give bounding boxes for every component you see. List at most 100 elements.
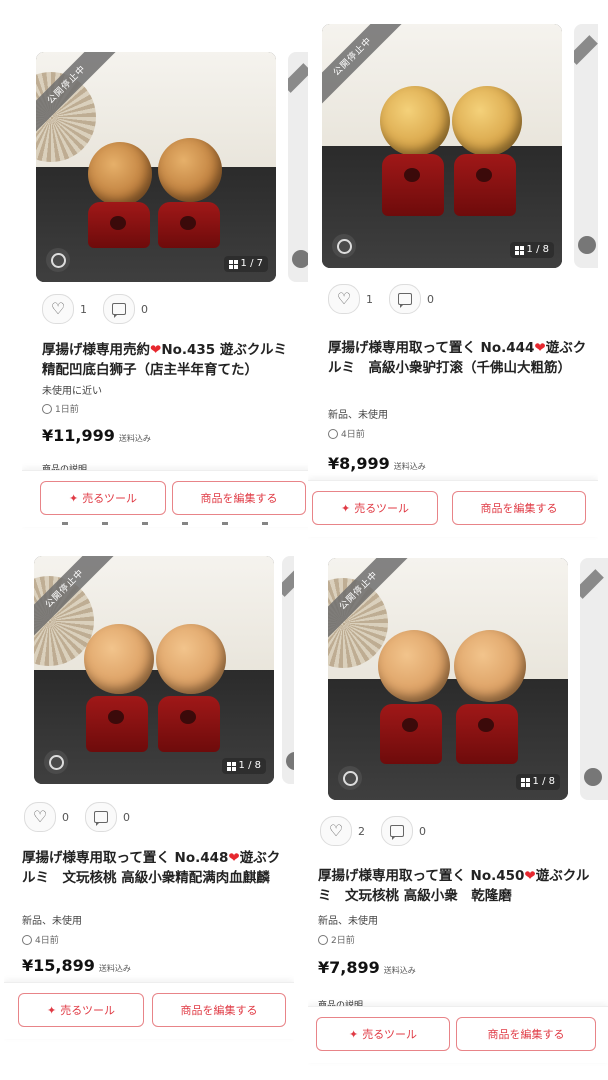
comment-button[interactable] — [103, 294, 135, 324]
lens-search-icon[interactable] — [44, 750, 68, 774]
lens-search-icon[interactable] — [338, 766, 362, 790]
lens-search-icon[interactable] — [332, 234, 356, 258]
shipping-note: 送料込み — [393, 462, 426, 471]
walnut-stand — [86, 696, 148, 752]
edit-item-button[interactable]: 商品を編集する — [452, 491, 586, 525]
bottom-action-bar: ✦ 売るツール 商品を編集する — [308, 480, 598, 537]
like-button[interactable]: ♡ — [42, 294, 74, 324]
reaction-bar: ♡ 1 0 — [328, 284, 444, 314]
product-photo[interactable]: 公開停止中 1 / 7 — [36, 52, 276, 282]
product-photo[interactable]: 公開停止中 1 / 8 — [34, 556, 274, 784]
shipping-note: 送料込み — [383, 966, 416, 975]
item-price: ¥11,999 送料込み — [42, 426, 151, 445]
edit-item-button[interactable]: 商品を編集する — [456, 1017, 596, 1051]
like-button[interactable]: ♡ — [328, 284, 360, 314]
comment-button[interactable] — [85, 802, 117, 832]
tab-bar-peek — [62, 522, 282, 525]
item-condition: 新品、未使用 — [328, 410, 388, 421]
walnut-stand — [158, 202, 220, 248]
walnut-image — [378, 630, 450, 702]
like-count: 0 — [62, 810, 69, 824]
walnut-stand — [380, 704, 442, 764]
reaction-bar: ♡ 0 0 — [24, 802, 140, 832]
comment-icon — [390, 825, 404, 840]
heart-outline-icon: ♡ — [50, 299, 66, 318]
walnut-image — [452, 86, 522, 156]
magic-wand-icon: ✦ — [341, 501, 351, 515]
edit-item-button[interactable]: 商品を編集する — [152, 993, 286, 1027]
comment-button[interactable] — [381, 816, 413, 846]
posted-time: 4日前 — [328, 427, 365, 440]
like-count: 1 — [366, 292, 373, 306]
reaction-bar: ♡ 1 0 — [42, 294, 158, 324]
posted-time: 1日前 — [42, 402, 79, 415]
grid-icon — [226, 761, 236, 771]
bottom-action-bar: ✦ 売るツール 商品を編集する — [4, 982, 294, 1039]
red-heart-icon: ❤ — [228, 850, 240, 866]
heart-outline-icon: ♡ — [328, 821, 344, 840]
walnut-image — [88, 142, 152, 206]
grid-icon — [228, 259, 238, 269]
next-photo-peek[interactable] — [282, 556, 294, 784]
comment-count: 0 — [419, 824, 426, 838]
photo-counter: 1 / 8 — [221, 758, 266, 774]
item-title: 厚揚げ様専用取って置く No.448❤遊ぶクルミ 文玩核桃 高級小衆精配满肉血麒… — [22, 850, 281, 886]
like-count: 2 — [358, 824, 365, 838]
grid-icon — [520, 777, 530, 787]
comment-button[interactable] — [389, 284, 421, 314]
next-photo-peek[interactable] — [574, 24, 598, 268]
photo-counter: 1 / 8 — [515, 774, 560, 790]
walnut-stand — [158, 696, 220, 752]
sell-tool-button[interactable]: ✦ 売るツール — [316, 1017, 450, 1051]
item-condition: 新品、未使用 — [22, 916, 82, 927]
magic-wand-icon: ✦ — [69, 491, 79, 505]
item-price: ¥15,899 送料込み — [22, 956, 131, 975]
like-count: 1 — [80, 302, 87, 316]
item-title: 厚揚げ様専用取って置く No.444❤遊ぶクルミ 高級小衆驴打滚（千佛山大粗筋） — [328, 340, 587, 376]
comment-count: 0 — [141, 302, 148, 316]
magic-wand-icon: ✦ — [47, 1003, 57, 1017]
item-price: ¥8,999 送料込み — [328, 454, 426, 473]
walnut-stand — [88, 202, 150, 248]
walnut-stand — [382, 154, 444, 216]
like-button[interactable]: ♡ — [24, 802, 56, 832]
heart-outline-icon: ♡ — [336, 289, 352, 308]
comment-icon — [112, 303, 126, 318]
walnut-stand — [456, 704, 518, 764]
posted-time: 2日前 — [318, 933, 355, 946]
comment-count: 0 — [123, 810, 130, 824]
walnut-image — [84, 624, 154, 694]
photo-counter: 1 / 7 — [223, 256, 268, 272]
lens-search-icon[interactable] — [46, 248, 70, 272]
red-heart-icon: ❤ — [524, 868, 536, 884]
clock-icon — [318, 934, 328, 945]
item-price: ¥7,899 送料込み — [318, 958, 416, 977]
product-photo[interactable]: 公開停止中 1 / 8 — [322, 24, 562, 268]
like-button[interactable]: ♡ — [320, 816, 352, 846]
clock-icon — [42, 403, 52, 414]
sell-tool-button[interactable]: ✦ 売るツール — [312, 491, 438, 525]
product-photo[interactable]: 公開停止中 1 / 8 — [328, 558, 568, 800]
walnut-image — [380, 86, 450, 156]
item-title: 厚揚げ様専用売約❤No.435 遊ぶクルミ 精配凹底白狮子（店主半年育てた） — [42, 342, 301, 378]
magic-wand-icon: ✦ — [349, 1027, 359, 1041]
item-condition: 新品、未使用 — [318, 916, 378, 927]
heart-outline-icon: ♡ — [32, 807, 48, 826]
red-heart-icon: ❤ — [150, 342, 162, 358]
photo-counter: 1 / 8 — [509, 242, 554, 258]
item-condition: 未使用に近い — [42, 386, 102, 397]
sell-tool-button[interactable]: ✦ 売るツール — [40, 481, 166, 515]
comment-icon — [398, 293, 412, 308]
listing-panel-3: 公開停止中 1 / 8 ♡ 0 0 厚揚げ様専用取って置く No.448❤遊ぶク… — [4, 540, 294, 1080]
edit-item-button[interactable]: 商品を編集する — [172, 481, 306, 515]
comment-count: 0 — [427, 292, 434, 306]
bottom-action-bar: ✦ 売るツール 商品を編集する — [308, 1006, 608, 1063]
shipping-note: 送料込み — [118, 434, 151, 443]
clock-icon — [22, 934, 32, 945]
walnut-stand — [454, 154, 516, 216]
sell-tool-button[interactable]: ✦ 売るツール — [18, 993, 144, 1027]
walnut-image — [156, 624, 226, 694]
reaction-bar: ♡ 2 0 — [320, 816, 436, 846]
item-title: 厚揚げ様専用取って置く No.450❤遊ぶクルミ 文玩核桃 高級小衆 乾隆磨 — [318, 868, 590, 904]
next-photo-peek[interactable] — [580, 558, 608, 800]
